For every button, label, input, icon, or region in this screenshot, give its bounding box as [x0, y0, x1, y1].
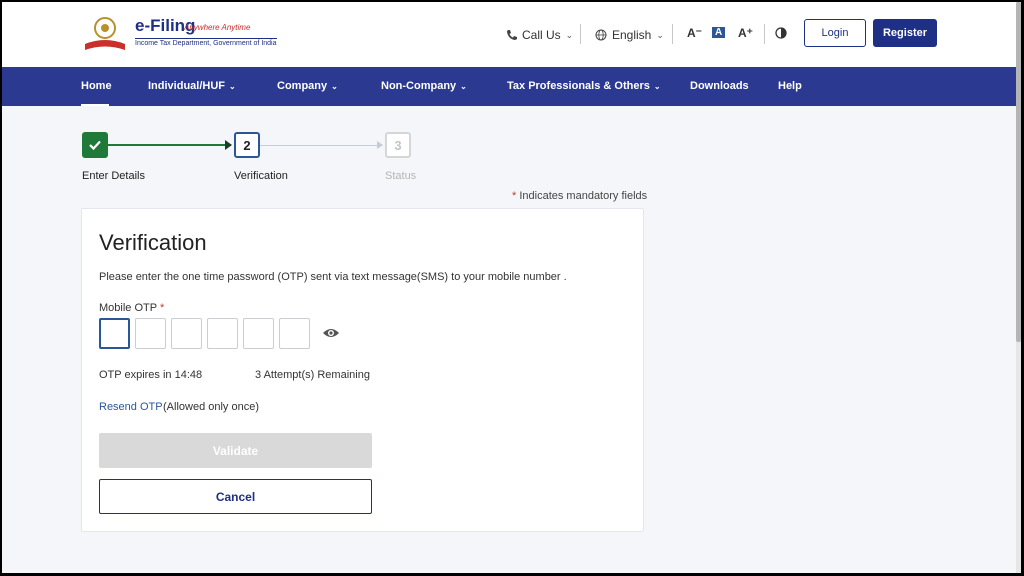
mobile-otp-label: Mobile OTP * — [99, 302, 164, 314]
cancel-button[interactable]: Cancel — [99, 479, 372, 514]
otp-digit-5[interactable] — [243, 318, 274, 349]
nav-label: Help — [778, 80, 802, 92]
otp-digit-3[interactable] — [171, 318, 202, 349]
nav-non-company[interactable]: Non-Company ⌄ — [381, 80, 467, 92]
nav-tax-professionals[interactable]: Tax Professionals & Others ⌄ — [507, 80, 661, 92]
nav-label: Home — [81, 80, 112, 92]
otp-expiry-timer: OTP expires in 14:48 — [99, 369, 203, 381]
language-dropdown[interactable]: English ⌄ — [595, 22, 664, 48]
logo-subtitle: Income Tax Department, Government of Ind… — [135, 38, 277, 47]
nav-help[interactable]: Help — [778, 80, 802, 92]
attempts-remaining: 3 Attempt(s) Remaining — [255, 369, 370, 381]
font-default-button[interactable]: A — [712, 27, 726, 38]
chevron-down-icon: ⌄ — [229, 82, 236, 91]
resend-note: (Allowed only once) — [163, 401, 259, 413]
contrast-icon[interactable] — [775, 27, 787, 39]
resend-otp-link[interactable]: Resend OTP — [99, 401, 163, 413]
efiling-logo[interactable]: e-Filing Anywhere Anytime Income Tax Dep… — [80, 14, 277, 54]
otp-instructions: Please enter the one time password (OTP)… — [99, 271, 567, 283]
nav-downloads[interactable]: Downloads — [690, 80, 749, 92]
page-title: Verification — [99, 230, 207, 255]
otp-digit-1[interactable] — [99, 318, 130, 349]
nav-label: Individual/HUF — [148, 80, 225, 92]
emblem-icon — [85, 17, 125, 50]
step-2-label: Verification — [234, 170, 288, 182]
divider — [672, 24, 673, 44]
show-otp-eye-icon[interactable] — [322, 326, 340, 340]
mandatory-note: * Indicates mandatory fields — [512, 190, 647, 202]
nav-individual-huf[interactable]: Individual/HUF ⌄ — [148, 80, 236, 92]
chevron-down-icon: ⌄ — [460, 82, 467, 91]
step-3-label: Status — [385, 170, 417, 182]
globe-icon — [595, 29, 607, 41]
step-connector — [108, 144, 231, 146]
scrollbar-thumb[interactable] — [1016, 2, 1021, 342]
vertical-scrollbar[interactable] — [1016, 2, 1021, 573]
required-mark: * — [512, 190, 517, 202]
otp-label-text: Mobile OTP — [99, 302, 157, 314]
nav-label: Tax Professionals & Others — [507, 80, 650, 92]
nav-home[interactable]: Home — [81, 80, 112, 92]
font-decrease-button[interactable]: A⁻ — [687, 26, 702, 40]
step-1-label: Enter Details — [82, 170, 145, 182]
phone-icon — [507, 30, 517, 40]
register-button[interactable]: Register — [873, 19, 937, 47]
otp-digit-2[interactable] — [135, 318, 166, 349]
logo-tagline: Anywhere Anytime — [184, 23, 251, 32]
nav-company[interactable]: Company ⌄ — [277, 80, 338, 92]
nav-label: Downloads — [690, 80, 749, 92]
login-button[interactable]: Login — [804, 19, 866, 47]
arrow-icon — [225, 140, 232, 150]
call-us-label: Call Us — [522, 28, 561, 42]
language-label: English — [612, 28, 652, 42]
divider — [764, 24, 765, 44]
call-us-dropdown[interactable]: Call Us ⌄ — [506, 22, 573, 48]
validate-button[interactable]: Validate — [99, 433, 372, 468]
chevron-down-icon: ⌄ — [653, 82, 661, 91]
chevron-down-icon: ⌄ — [331, 82, 338, 91]
required-mark: * — [159, 302, 165, 314]
nav-active-indicator — [81, 104, 109, 106]
nav-label: Non-Company — [381, 80, 457, 92]
otp-digit-6[interactable] — [279, 318, 310, 349]
main-nav: Home Individual/HUF ⌄ Company ⌄ Non-Compan… — [2, 67, 1016, 106]
browser-viewport: e-Filing Anywhere Anytime Income Tax Dep… — [2, 2, 1021, 573]
step-3-pending: 3 — [385, 132, 411, 158]
font-increase-button[interactable]: A⁺ — [738, 26, 753, 40]
arrow-icon — [377, 141, 383, 149]
chevron-down-icon: ⌄ — [565, 29, 574, 40]
otp-digit-4[interactable] — [207, 318, 238, 349]
chevron-down-icon: ⌄ — [656, 29, 664, 40]
top-header: e-Filing Anywhere Anytime Income Tax Dep… — [2, 2, 1016, 67]
divider — [580, 24, 581, 44]
checkmark-icon — [89, 140, 101, 151]
step-connector — [260, 145, 382, 146]
mandatory-text: Indicates mandatory fields — [519, 190, 648, 202]
nav-label: Company — [277, 80, 328, 92]
step-1-complete — [82, 132, 108, 158]
step-2-active: 2 — [234, 132, 260, 158]
